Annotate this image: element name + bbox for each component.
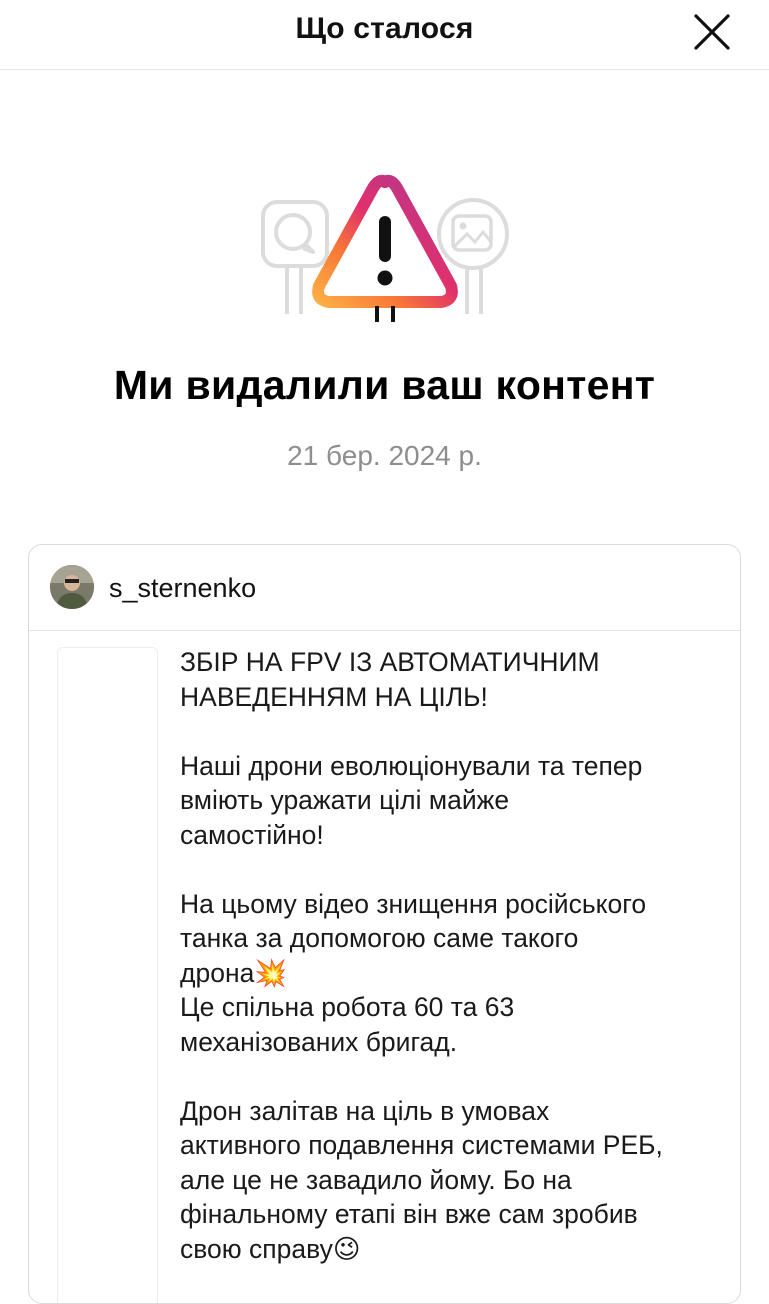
content-removed-illustration <box>255 168 515 328</box>
caption-paragraph: Наші дрони еволюціонували та тепер вміют… <box>180 749 720 853</box>
post-thumbnail <box>57 647 158 1303</box>
caption-paragraph: Дрон залітав на ціль в умовах активного … <box>180 1094 720 1267</box>
caption-line: дрона💥 <box>180 957 288 988</box>
caption-line: вміють уражати цілі майже <box>180 785 510 815</box>
close-icon[interactable] <box>688 8 736 56</box>
caption-line: Дрон залітав на ціль в умовах <box>180 1095 550 1126</box>
post-caption: ЗБІР НА FPV ІЗ АВТОМАТИЧНИМ НАВЕДЕННЯМ Н… <box>180 645 720 1301</box>
avatar[interactable] <box>50 565 94 609</box>
warning-triangle-icon <box>312 174 458 322</box>
caption-line: ЗБІР НА FPV ІЗ АВТОМАТИЧНИМ <box>180 647 600 677</box>
caption-line: танка за допомогою саме такого <box>180 923 579 953</box>
removal-date: 21 бер. 2024 р. <box>287 440 482 471</box>
caption-line: механізованих бригад. <box>180 1026 458 1057</box>
post-username[interactable]: s_sternenko <box>109 573 256 604</box>
caption-paragraph: ЗБІР НА FPV ІЗ АВТОМАТИЧНИМ НАВЕДЕННЯМ Н… <box>180 645 720 714</box>
post-author-row: s_sternenko <box>29 545 740 631</box>
caption-line: На цьому відео знищення російського <box>180 888 647 919</box>
caption-paragraph: На цьому відео знищення російського танк… <box>180 887 720 1060</box>
page-title: Що сталося <box>295 12 474 45</box>
content-removed-heading: Ми видалили ваш контент <box>113 362 656 408</box>
caption-line: фінальному етапі він вже сам зробив <box>180 1199 638 1229</box>
caption-line: Наші дрони еволюціонували та тепер <box>180 750 643 781</box>
caption-line: але це не завадило йому. Бо на <box>180 1164 572 1195</box>
removed-post-card: s_sternenko ЗБІР НА FPV ІЗ АВТОМАТИЧНИМ … <box>28 544 741 1304</box>
caption-line: самостійно! <box>180 819 324 850</box>
caption-line: активного подавлення системами РЕБ, <box>180 1130 663 1160</box>
close-button[interactable] <box>688 8 736 56</box>
caption-line: свою справу😉 <box>180 1233 361 1264</box>
caption-line: Це спільна робота 60 та 63 <box>180 992 515 1022</box>
top-bar: Що сталося <box>0 0 769 70</box>
caption-line: НАВЕДЕННЯМ НА ЦІЛЬ! <box>180 681 488 712</box>
